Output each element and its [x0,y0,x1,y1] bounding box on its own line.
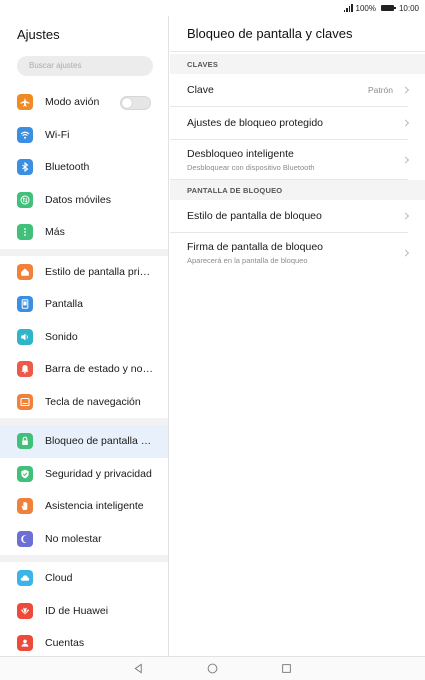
home-circle-icon [207,663,218,674]
display-icon [17,296,33,313]
lockscreen-list: Estilo de pantalla de bloqueo Firma de pa… [170,200,425,273]
claves-list: Clave Patrón Ajustes de bloqueo protegido D… [170,74,425,180]
wifi-icon [17,126,33,143]
sidebar-item-id-de-huawei[interactable]: ID de Huawei [0,595,168,628]
more-icon [17,224,33,241]
sidebar-list: Modo avión Wi-Fi Bluetooth Datos móviles Más… [0,86,168,660]
sidebar-item-no-molestar[interactable]: No molestar [0,523,168,556]
section-header-pantalla-de-bloqueo: PANTALLA DE BLOQUEO [170,180,425,200]
sidebar-item-cloud[interactable]: Cloud [0,562,168,595]
sidebar-item-pantalla[interactable]: Pantalla [0,288,168,321]
setting-title: Desbloqueo inteligente [187,147,294,160]
section-header-claves: CLAVES [170,54,425,74]
search-input[interactable] [17,55,153,76]
sidebar-item-label: Tecla de navegación [45,395,141,408]
setting-row-estilo-de-pantalla-de-bloqueo[interactable]: Estilo de pantalla de bloqueo [170,200,410,233]
recents-button[interactable] [250,658,324,680]
shield-icon [17,465,33,482]
sidebar-item-label: Cloud [45,572,73,585]
setting-row-ajustes-de-bloqueo-protegido[interactable]: Ajustes de bloqueo protegido [170,107,410,140]
sidebar-item-label: Estilo de pantalla principal [45,265,153,278]
setting-row-firma-de-pantalla-de-bloqueo[interactable]: Firma de pantalla de bloqueo Aparecerá en… [170,233,410,273]
recents-icon [282,664,291,673]
sidebar-item-label: Asistencia inteligente [45,500,144,513]
back-icon [134,663,142,674]
sidebar-item-label: Bluetooth [45,161,90,174]
huawei-icon [17,602,33,619]
sidebar-item-barra-de-estado-y-notificaciones[interactable]: Barra de estado y notificaciones [0,353,168,386]
clock: 10:00 [398,3,419,13]
sidebar-item-bluetooth[interactable]: Bluetooth [0,151,168,184]
navigation-bar [0,656,425,680]
sidebar-item-estilo-de-pantalla-principal[interactable]: Estilo de pantalla principal [0,256,168,289]
settings-sidebar: Ajustes Modo avión Wi-Fi Bluetooth Datos mó… [0,16,169,656]
setting-row-clave[interactable]: Clave Patrón [170,74,410,107]
sidebar-item-label: Barra de estado y notificaciones [45,363,153,376]
setting-subtitle: Desbloquear con dispositivo Bluetooth [187,162,315,172]
detail-title: Bloqueo de pantalla y claves [170,16,425,52]
status-bar: 100% 10:00 [0,0,425,16]
account-icon [17,635,33,652]
navigation-key-icon [17,393,33,410]
sidebar-item-tecla-de-navegacion[interactable]: Tecla de navegación [0,386,168,419]
moon-icon [17,530,33,547]
sidebar-item-mas[interactable]: Más [0,216,168,249]
airplane-mode-toggle[interactable] [120,95,151,110]
setting-title: Firma de pantalla de bloqueo [187,241,324,253]
setting-subtitle: Aparecerá en la pantalla de bloqueo [187,256,308,265]
sidebar-item-cuentas[interactable]: Cuentas [0,627,168,660]
detail-pane: Bloqueo de pantalla y claves CLAVES Clav… [170,16,425,656]
back-button[interactable] [102,658,176,680]
setting-value: Patrón [367,85,393,95]
sidebar-item-label: Pantalla [45,298,83,311]
sidebar-item-sonido[interactable]: Sonido [0,321,168,354]
sidebar-item-asistencia-inteligente[interactable]: Asistencia inteligente [0,490,168,523]
battery-percent: 100% [355,3,376,13]
setting-title: Ajustes de bloqueo protegido [187,117,324,129]
home-button[interactable] [176,658,250,680]
group-divider [0,248,168,256]
search-container [0,52,168,81]
cloud-icon [17,570,33,587]
sidebar-title: Ajustes [17,26,60,42]
sidebar-item-datos-moviles[interactable]: Datos móviles [0,184,168,217]
group-divider [0,555,168,562]
hand-icon [17,498,33,515]
sidebar-item-seguridad-y-privacidad[interactable]: Seguridad y privacidad [0,458,168,491]
sidebar-item-bloqueo-de-pantalla-y-claves[interactable]: Bloqueo de pantalla y claves [0,425,168,458]
sound-icon [17,328,33,345]
sidebar-item-modo-avion[interactable]: Modo avión [0,86,168,119]
notification-icon [17,361,33,378]
signal-icon [343,4,353,12]
setting-title: Estilo de pantalla de bloqueo [187,210,322,222]
airplane-icon [17,94,33,111]
home-icon [17,263,33,280]
battery-icon [380,5,396,11]
sidebar-item-label: Bloqueo de pantalla y claves [45,435,153,448]
mobile-data-icon [17,191,33,208]
sidebar-item-label: Cuentas [45,637,85,650]
sidebar-item-label: Wi-Fi [45,128,70,141]
sidebar-item-label: Seguridad y privacidad [45,467,152,480]
bluetooth-icon [17,159,33,176]
group-divider [0,418,168,425]
sidebar-item-label: Datos móviles [45,193,111,206]
sidebar-item-wi-fi[interactable]: Wi-Fi [0,119,168,152]
sidebar-item-label: ID de Huawei [45,604,109,617]
sidebar-item-label: Más [45,226,65,239]
sidebar-item-label: No molestar [45,532,102,545]
lock-icon [17,433,33,450]
setting-row-desbloqueo-inteligente[interactable]: Desbloqueo inteligente Desbloquear con di… [170,140,410,180]
sidebar-item-label: Sonido [45,330,78,343]
